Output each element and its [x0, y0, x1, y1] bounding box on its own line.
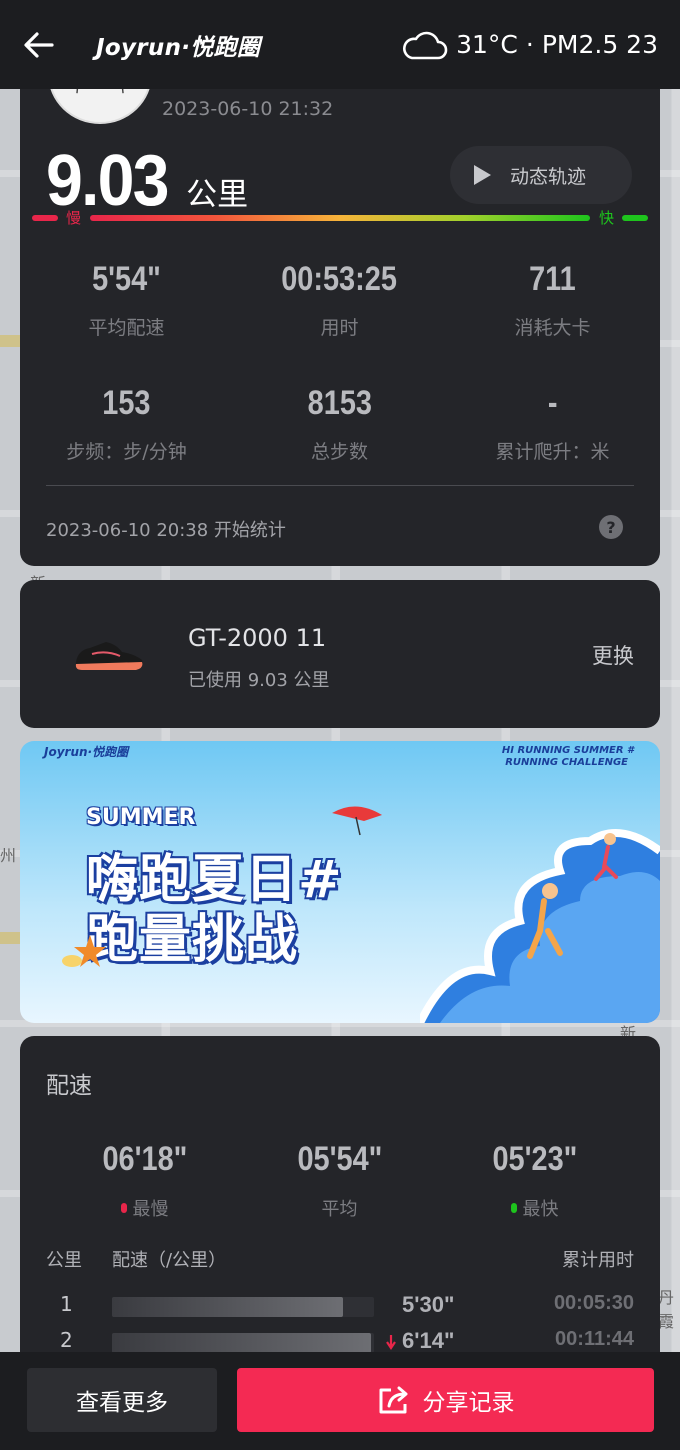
back-arrow-icon[interactable]	[22, 28, 56, 62]
wave-runners-illustration	[420, 829, 660, 1023]
slow-dot-icon	[120, 1203, 127, 1213]
map-road	[0, 335, 20, 347]
stat-duration: 00:53:25 用时	[233, 260, 446, 340]
map-label: 州	[0, 846, 17, 865]
stat-elevation: - 累计爬升：米	[446, 384, 659, 464]
pace-title: 配速	[46, 1073, 92, 1099]
col-header-km: 公里	[46, 1250, 82, 1271]
pace-fastest-value: 05'23"	[492, 1140, 577, 1178]
divider	[46, 485, 634, 486]
starfish-shell-icon	[62, 935, 106, 967]
map-road	[0, 932, 20, 944]
pace-card: 配速 06'18" 最慢 05'54" 平均 05'23" 最快 公里 配速（/…	[20, 1036, 660, 1366]
row-pace: 6'14"	[402, 1328, 455, 1353]
svg-text:?: ?	[606, 518, 615, 537]
temperature: 31°C	[456, 30, 518, 59]
pace-fastest: 05'23" 最快	[428, 1140, 641, 1221]
pace-slowest: 06'18" 最慢	[38, 1140, 251, 1221]
table-row: 1 5'30" 00:05:30	[20, 1292, 660, 1322]
stat-value: 711	[529, 260, 576, 298]
pace-average: 05'54" 平均	[233, 1140, 446, 1221]
share-record-button[interactable]: 分享记录	[237, 1368, 654, 1432]
shoe-name: GT-2000 11	[188, 624, 327, 652]
share-record-label: 分享记录	[422, 1390, 515, 1416]
pace-slowest-value: 06'18"	[102, 1140, 187, 1178]
top-bar: Joyrun·悦跑圈 31°C · PM2.5 23	[0, 0, 680, 89]
stat-label: 总步数	[310, 441, 368, 463]
view-more-label: 查看更多	[76, 1390, 168, 1416]
running-shoe-image	[75, 642, 143, 670]
pace-bar	[112, 1297, 343, 1317]
stat-value: 00:53:25	[281, 260, 398, 298]
bottom-action-bar: 查看更多 分享记录	[0, 1352, 680, 1450]
change-shoe-button[interactable]: 更换	[592, 640, 634, 670]
play-icon	[474, 165, 491, 185]
distance-unit: 公里	[186, 177, 249, 213]
view-more-button[interactable]: 查看更多	[27, 1368, 217, 1432]
row-km: 2	[60, 1328, 73, 1352]
slowest-arrow-icon	[386, 1335, 396, 1350]
speed-slow-label: 慢	[66, 209, 82, 227]
shoe-card[interactable]: GT-2000 11 已使用 9.03 公里 更换	[20, 580, 660, 728]
pace-average-label: 平均	[321, 1199, 358, 1220]
air-quality: PM2.5 23	[541, 30, 658, 59]
stat-total-steps: 8153 总步数	[233, 384, 446, 464]
help-icon[interactable]: ?	[598, 514, 624, 540]
map-label: 丹霞	[658, 1288, 675, 1331]
cloud-icon	[403, 31, 448, 59]
row-km: 1	[60, 1292, 73, 1316]
stat-label: 消耗大卡	[514, 317, 591, 339]
weather-info: 31°C · PM2.5 23	[400, 28, 658, 62]
fast-dot-icon	[510, 1203, 517, 1213]
pace-bar-track	[112, 1297, 374, 1317]
stat-value: 153	[102, 384, 151, 422]
pace-average-value: 05'54"	[297, 1140, 382, 1178]
speed-bar-fast-cap	[622, 215, 648, 221]
stat-label: 用时	[320, 317, 359, 339]
weather-separator: ·	[525, 30, 534, 59]
stats-start-time: 2023-06-10 20:38 开始统计	[46, 520, 286, 541]
pace-fastest-label-wrap: 最快	[428, 1195, 641, 1221]
row-cumulative-time: 00:11:44	[555, 1328, 634, 1350]
stat-label: 步频：步/分钟	[66, 441, 187, 463]
pace-slowest-label: 最慢	[132, 1199, 169, 1220]
banner-tagline: RUNNING CHALLENGE	[505, 757, 628, 768]
summer-challenge-banner[interactable]: Joyrun·悦跑圈 HI RUNNING SUMMER # RUNNING C…	[20, 741, 660, 1023]
pace-slowest-label-wrap: 最慢	[38, 1195, 251, 1221]
pace-average-label-wrap: 平均	[233, 1195, 446, 1221]
col-header-pace: 配速（/公里）	[112, 1250, 227, 1271]
distance-value: 9.03	[46, 141, 169, 221]
stat-label: 累计爬升：米	[495, 441, 610, 463]
speed-fast-label: 快	[598, 209, 614, 227]
banner-brand: Joyrun·悦跑圈	[44, 745, 129, 759]
row-cumulative-time: 00:05:30	[553, 1292, 634, 1314]
stat-value: 5'54"	[92, 260, 161, 298]
kite-icon	[332, 806, 382, 836]
stat-cadence: 153 步频：步/分钟	[20, 384, 233, 464]
dynamic-track-label: 动态轨迹	[510, 165, 587, 188]
dynamic-track-button[interactable]: 动态轨迹	[450, 146, 632, 204]
stat-value: 8153	[307, 384, 372, 422]
pace-bar-track	[112, 1333, 374, 1353]
speed-bar-slow-cap	[32, 215, 58, 221]
stat-value: -	[547, 384, 558, 422]
stat-calories: 711 消耗大卡	[446, 260, 659, 340]
pace-bar	[112, 1333, 372, 1353]
banner-summer: SUMMER	[86, 805, 196, 830]
brand-logo: Joyrun·悦跑圈	[96, 34, 261, 61]
col-header-cumulative-time: 累计用时	[562, 1250, 634, 1271]
speed-gradient	[90, 215, 590, 221]
share-icon	[379, 1386, 407, 1414]
run-datetime: 2023-06-10 21:32	[162, 98, 334, 120]
speed-legend-bar: 慢 快	[32, 209, 648, 227]
shoe-usage: 已使用 9.03 公里	[188, 670, 330, 691]
pace-fastest-label: 最快	[522, 1199, 559, 1220]
stat-label: 平均配速	[88, 317, 165, 339]
banner-tagline: HI RUNNING SUMMER #	[501, 745, 634, 756]
run-summary-card: 2023-06-10 21:32 9.03 公里 动态轨迹 慢 快 5'54" …	[20, 60, 660, 566]
row-pace: 5'30"	[402, 1292, 455, 1317]
stat-avg-pace: 5'54" 平均配速	[20, 260, 233, 340]
